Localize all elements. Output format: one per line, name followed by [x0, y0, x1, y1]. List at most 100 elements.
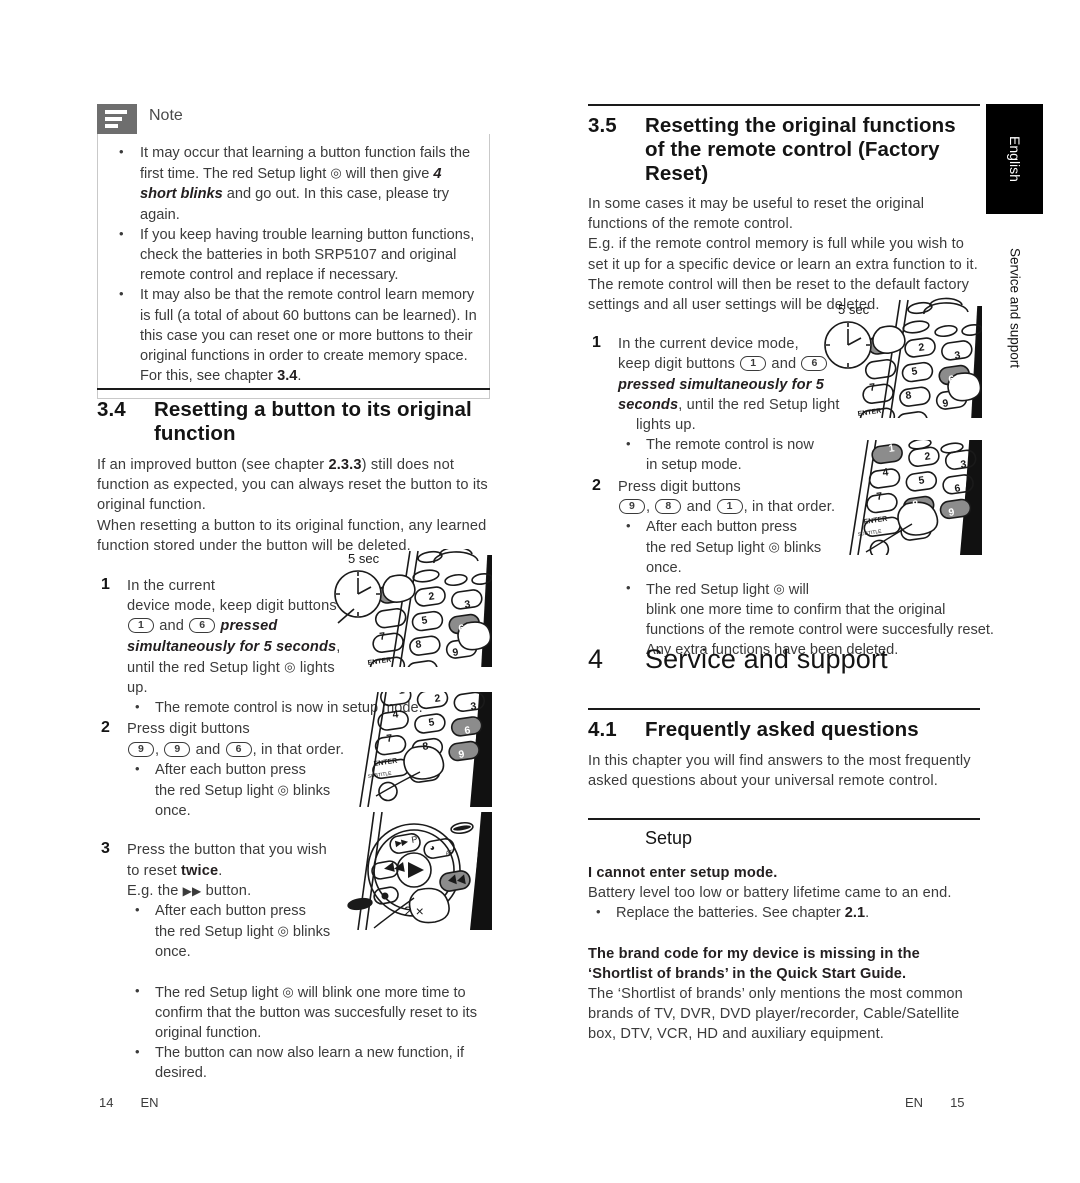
section-number: 4.1 — [588, 718, 617, 741]
svg-text:9: 9 — [942, 397, 950, 410]
svg-text:4: 4 — [392, 708, 400, 721]
list-item: The button can now also learn a new func… — [127, 1042, 490, 1083]
list-item: It may occur that learning a button func… — [110, 142, 477, 225]
step-text: Press digit buttons 9, 8 and 1, in that … — [618, 478, 836, 515]
faq-question: I cannot enter setup mode. — [588, 865, 778, 881]
svg-text:6: 6 — [954, 482, 962, 495]
step-text: Press digit buttons 9, 9 and 6, in that … — [127, 721, 345, 758]
divider — [97, 388, 490, 390]
step-text: Press the button that you wish to reset … — [127, 842, 327, 899]
divider — [588, 818, 980, 820]
page-number: 15 — [950, 1095, 965, 1110]
digit-key-1-icon: 1 — [716, 498, 743, 514]
section-title: Service and support — [645, 644, 888, 674]
svg-text:ENTER: ENTER — [857, 408, 881, 418]
svg-text:2: 2 — [924, 450, 932, 463]
note-header: Note — [97, 104, 490, 134]
svg-text:8: 8 — [905, 389, 913, 402]
figure-remote-keypad-981: 1 2 3 4 5 6 7 8 9 ENTER SUBTITLE — [820, 440, 982, 555]
svg-text:3: 3 — [960, 458, 968, 471]
svg-text:2: 2 — [918, 341, 926, 354]
section-4-1-intro: In this chapter you will find answers to… — [588, 753, 971, 790]
section-number: 3.5 — [588, 114, 617, 137]
section-number: 3.4 — [97, 398, 126, 421]
side-tab-chapter-label: Service and support — [1007, 247, 1022, 369]
digit-key-9-icon: 9 — [619, 498, 645, 514]
section-3-4-intro-1: If an improved button (see chapter 2.3.3… — [97, 457, 488, 514]
step-number: 2 — [592, 476, 601, 494]
section-title: Resetting the original functions of the … — [645, 114, 956, 185]
svg-text:7: 7 — [876, 490, 884, 503]
digit-key-8-icon: 8 — [655, 498, 682, 514]
fast-forward-icon: ▶▶ — [182, 883, 202, 898]
list-item: Replace the batteries. See chapter 2.1. — [588, 902, 980, 923]
setup-light-icon: ◎ — [277, 782, 289, 798]
svg-text:1: 1 — [398, 692, 406, 697]
svg-text:ENTER: ENTER — [373, 758, 397, 768]
page-number: 14 — [99, 1095, 114, 1110]
step-number: 2 — [101, 719, 110, 737]
side-tab-chapter: Service and support — [986, 228, 1043, 388]
note-bullet-list: It may occur that learning a button func… — [110, 142, 477, 386]
step-text: In the current device mode, keep digit b… — [618, 336, 840, 434]
svg-text:5: 5 — [911, 365, 919, 378]
step-number: 3 — [101, 840, 110, 858]
step-text: In the current device mode, keep digit b… — [127, 578, 341, 697]
section-title: Resetting a button to its original funct… — [154, 398, 472, 445]
svg-text:4: 4 — [882, 466, 890, 479]
faq-answer: The ‘Shortlist of brands’ only mentions … — [588, 986, 963, 1043]
footer-left: 14 EN — [99, 1095, 159, 1110]
section-3-4-heading: 3.4 Resetting a button to its original f… — [97, 398, 490, 446]
step-number: 1 — [592, 334, 601, 352]
section-3-5-intro-1: In some cases it may be useful to reset … — [588, 196, 925, 233]
svg-text:3: 3 — [464, 598, 472, 611]
faq-question: The brand code for my device is missing … — [588, 945, 920, 982]
setup-light-icon: ◎ — [282, 983, 294, 999]
svg-text:3: 3 — [954, 349, 962, 362]
divider — [588, 104, 980, 106]
svg-text:9: 9 — [452, 646, 460, 659]
list-item: If you keep having trouble learning butt… — [110, 224, 477, 286]
svg-text:7: 7 — [379, 630, 387, 643]
faq-group-title: Setup — [645, 828, 693, 848]
faq-bullets: Replace the batteries. See chapter 2.1. — [588, 902, 980, 923]
section-4: 4 Service and support — [588, 644, 980, 675]
section-4-1: 4.1 Frequently asked questions In this c… — [588, 708, 980, 791]
list-note-icon — [97, 104, 137, 134]
svg-text:8: 8 — [422, 740, 430, 753]
note-box: Note It may occur that learning a button… — [97, 104, 490, 400]
digit-key-1-icon: 1 — [740, 356, 767, 372]
section-title: Frequently asked questions — [645, 718, 919, 741]
setup-light-icon: ◎ — [768, 539, 780, 555]
divider — [588, 708, 980, 710]
svg-text:◕: ◕ — [429, 842, 436, 853]
svg-text:7: 7 — [869, 381, 877, 394]
figure-remote-keypad-996: 1 2 3 4 5 6 7 8 9 ENTER SUBTITLE — [330, 692, 492, 807]
svg-text:2 ×: 2 × — [404, 903, 424, 919]
faq-setup-group: Setup I cannot enter setup mode. Battery… — [588, 818, 980, 1045]
svg-text:2: 2 — [428, 590, 436, 603]
list-item: The red Setup light ◎ will blink one mor… — [127, 981, 490, 1044]
step-number: 1 — [101, 576, 110, 594]
svg-text:ENTER: ENTER — [863, 516, 887, 526]
digit-key-6-icon: 6 — [225, 741, 252, 757]
side-tab-language-label: English — [1006, 136, 1023, 182]
list-item: It may also be that the remote control l… — [110, 284, 477, 386]
faq-entry: I cannot enter setup mode. Battery level… — [588, 863, 980, 924]
digit-key-1-icon: 1 — [128, 618, 154, 634]
setup-light-icon: ◎ — [277, 923, 289, 939]
manual-page: Note It may occur that learning a button… — [0, 0, 1080, 1183]
section-4-heading: 4 Service and support — [588, 644, 980, 675]
svg-text:8: 8 — [415, 638, 423, 651]
side-tab-language: English — [986, 104, 1043, 214]
setup-light-icon: ◎ — [284, 658, 296, 674]
setup-light-icon: ◎ — [773, 580, 785, 596]
note-body: It may occur that learning a button func… — [97, 134, 490, 400]
section-3-5-heading: 3.5 Resetting the original functions of … — [588, 114, 980, 186]
svg-text:5: 5 — [428, 716, 436, 729]
figure-remote-keypad-1-6-5sec: 5 sec 1 2 3 5 6 7 8 9 ENTER — [330, 549, 492, 667]
svg-text:ENTER: ENTER — [367, 657, 391, 667]
svg-text:3: 3 — [470, 700, 478, 713]
svg-text:7: 7 — [386, 732, 394, 745]
figure-remote-transport-fastforward-2x: ▶▶ P ◕ AF 2 × — [330, 812, 492, 930]
